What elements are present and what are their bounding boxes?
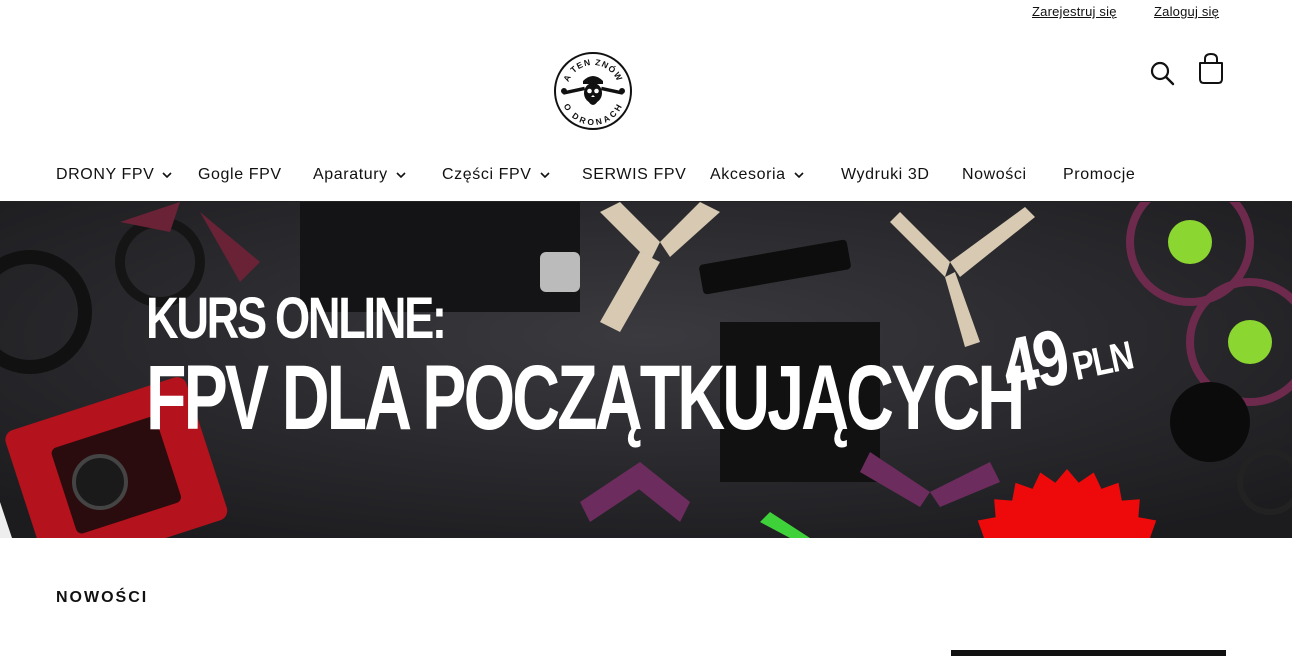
product-card-top-edge [951, 650, 1226, 656]
nav-item-label: SERWIS FPV [582, 166, 687, 183]
nav-item-nowosci[interactable]: Nowości [962, 166, 1027, 184]
site-logo[interactable]: A TEN ZNÓW O DRONACH [553, 51, 633, 131]
chevron-down-icon [794, 172, 804, 179]
chevron-down-icon [540, 172, 550, 179]
starburst-badge-icon [977, 469, 1157, 538]
hero-title-line2: FPV DLA POCZĄTKUJĄCYCH [146, 347, 1025, 449]
register-link[interactable]: Zarejestruj się [1032, 4, 1117, 19]
section-title-new: NOWOŚCI [56, 589, 149, 606]
price-badge [962, 467, 1172, 538]
nav-item-label: Promocje [1063, 166, 1136, 183]
nav-item-wydruki-3d[interactable]: Wydruki 3D [841, 166, 930, 184]
nav-item-label: Gogle FPV [198, 166, 282, 183]
main-navigation: DRONY FPV Gogle FPV Aparatury Części FPV… [0, 150, 1292, 202]
chevron-down-icon [162, 172, 173, 179]
nav-item-promocje[interactable]: Promocje [1063, 166, 1135, 184]
top-bar: Zarejestruj się Zaloguj się [0, 0, 1292, 24]
shopping-bag-icon [1199, 52, 1223, 84]
cart-button[interactable] [1197, 52, 1225, 86]
nav-item-label: Aparatury [313, 166, 388, 183]
skull-wrench-logo-icon: A TEN ZNÓW O DRONACH [554, 52, 632, 130]
nav-item-aparatury[interactable]: Aparatury [313, 166, 406, 184]
nav-item-serwis-fpv[interactable]: SERWIS FPV [582, 166, 686, 184]
nav-item-drony-fpv[interactable]: DRONY FPV [56, 166, 173, 184]
nav-item-label: Akcesoria [710, 166, 786, 183]
nav-item-label: Nowości [962, 166, 1027, 183]
chevron-down-icon [396, 172, 406, 179]
nav-item-czesci-fpv[interactable]: Części FPV [442, 166, 550, 184]
nav-item-label: Wydruki 3D [841, 166, 930, 183]
nav-item-label: DRONY FPV [56, 166, 155, 183]
price-currency: PLN [1068, 333, 1136, 390]
hero-title-line1: KURS ONLINE: [146, 286, 447, 351]
nav-item-gogle-fpv[interactable]: Gogle FPV [198, 166, 282, 184]
nav-item-akcesoria[interactable]: Akcesoria [710, 166, 804, 184]
login-link[interactable]: Zaloguj się [1154, 4, 1219, 19]
search-icon [1150, 61, 1175, 86]
search-button[interactable] [1149, 60, 1175, 86]
nav-item-label: Części FPV [442, 166, 532, 183]
